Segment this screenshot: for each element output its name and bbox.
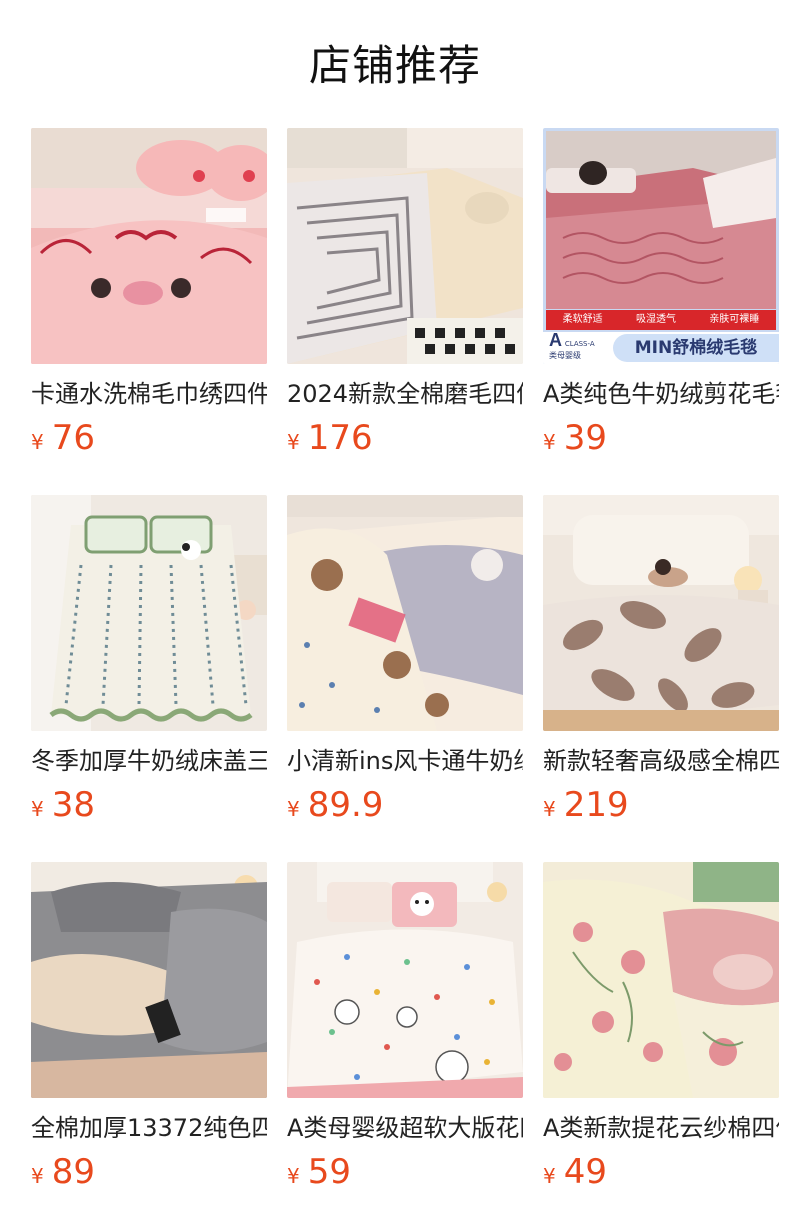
product-name: 冬季加厚牛奶绒床盖三件套 bbox=[31, 747, 267, 775]
product-card[interactable]: A类新款提花云纱棉四件套 ¥49 bbox=[543, 862, 779, 1202]
currency-symbol: ¥ bbox=[287, 1164, 300, 1188]
price-amount: 38 bbox=[51, 785, 95, 825]
currency-symbol: ¥ bbox=[543, 797, 556, 821]
product-image[interactable] bbox=[543, 495, 779, 731]
product-price: ¥38 bbox=[31, 783, 267, 827]
product-price: ¥89.9 bbox=[287, 783, 523, 827]
product-card[interactable]: 2024新款全棉磨毛四件套 ¥176 bbox=[287, 128, 523, 468]
product-card[interactable]: 冬季加厚牛奶绒床盖三件套 ¥38 bbox=[31, 495, 267, 835]
product-price: ¥49 bbox=[543, 1150, 779, 1194]
product-image[interactable] bbox=[31, 495, 267, 731]
currency-symbol: ¥ bbox=[287, 797, 300, 821]
price-amount: 89.9 bbox=[307, 785, 384, 825]
product-image[interactable] bbox=[31, 862, 267, 1098]
product-card[interactable]: A类母婴级超软大版花四件套 ¥59 bbox=[287, 862, 523, 1202]
product-name: A类纯色牛奶绒剪花毛毯 bbox=[543, 380, 779, 408]
product-image[interactable] bbox=[287, 862, 523, 1098]
product-price: ¥219 bbox=[543, 783, 779, 827]
product-card[interactable]: 卡通水洗棉毛巾绣四件套 ¥76 bbox=[31, 128, 267, 468]
product-name: 卡通水洗棉毛巾绣四件套 bbox=[31, 380, 267, 408]
price-amount: 219 bbox=[563, 785, 629, 825]
banner-title: MIN舒棉绒毛毯 bbox=[613, 334, 779, 362]
product-name: 小清新ins风卡通牛奶绒四件套 bbox=[287, 747, 523, 775]
product-image[interactable] bbox=[287, 495, 523, 731]
class-text: 类母婴级 bbox=[549, 350, 581, 360]
product-price: ¥39 bbox=[543, 416, 779, 460]
product-price: ¥59 bbox=[287, 1150, 523, 1194]
product-name: 2024新款全棉磨毛四件套 bbox=[287, 380, 523, 408]
price-amount: 89 bbox=[51, 1152, 95, 1192]
price-amount: 39 bbox=[563, 418, 607, 458]
class-small: CLASS-A bbox=[564, 339, 595, 348]
feature-badges: 柔软舒适 吸湿透气 亲肤可裸睡 bbox=[546, 310, 776, 330]
badge-soft: 柔软舒适 bbox=[562, 314, 603, 325]
product-image[interactable] bbox=[287, 128, 523, 364]
product-image[interactable] bbox=[31, 128, 267, 364]
currency-symbol: ¥ bbox=[543, 1164, 556, 1188]
product-name: 新款轻奢高级感全棉四件套 bbox=[543, 747, 779, 775]
currency-symbol: ¥ bbox=[31, 430, 44, 454]
product-banner: A CLASS-A 类母婴级 MIN舒棉绒毛毯 bbox=[543, 331, 779, 364]
currency-symbol: ¥ bbox=[543, 430, 556, 454]
product-card[interactable]: 柔软舒适 吸湿透气 亲肤可裸睡 A CLASS-A 类母婴级 MIN舒棉绒毛毯 … bbox=[543, 128, 779, 468]
product-card[interactable]: 全棉加厚13372纯色四件套 ¥89 bbox=[31, 862, 267, 1202]
product-name: A类新款提花云纱棉四件套 bbox=[543, 1114, 779, 1142]
currency-symbol: ¥ bbox=[31, 1164, 44, 1188]
page-title: 店铺推荐 bbox=[308, 41, 481, 90]
product-price: ¥89 bbox=[31, 1150, 267, 1194]
product-name: A类母婴级超软大版花四件套 bbox=[287, 1114, 523, 1142]
product-price: ¥176 bbox=[287, 416, 523, 460]
product-image[interactable]: 柔软舒适 吸湿透气 亲肤可裸睡 A CLASS-A 类母婴级 MIN舒棉绒毛毯 bbox=[543, 128, 779, 364]
class-a-label: A CLASS-A 类母婴级 bbox=[543, 331, 613, 362]
price-amount: 176 bbox=[307, 418, 373, 458]
currency-symbol: ¥ bbox=[287, 430, 300, 454]
product-grid: 卡通水洗棉毛巾绣四件套 ¥76 bbox=[31, 128, 790, 1230]
price-amount: 76 bbox=[51, 418, 95, 458]
product-card[interactable]: 小清新ins风卡通牛奶绒四件套 ¥89.9 bbox=[287, 495, 523, 835]
class-letter: A bbox=[549, 329, 562, 350]
price-amount: 49 bbox=[563, 1152, 607, 1192]
currency-symbol: ¥ bbox=[31, 797, 44, 821]
product-name: 全棉加厚13372纯色四件套 bbox=[31, 1114, 267, 1142]
badge-skin: 亲肤可裸睡 bbox=[709, 314, 760, 325]
product-card[interactable]: 新款轻奢高级感全棉四件套 ¥219 bbox=[543, 495, 779, 835]
product-price: ¥76 bbox=[31, 416, 267, 460]
badge-breathable: 吸湿透气 bbox=[635, 314, 676, 325]
price-amount: 59 bbox=[307, 1152, 351, 1192]
product-image[interactable] bbox=[543, 862, 779, 1098]
